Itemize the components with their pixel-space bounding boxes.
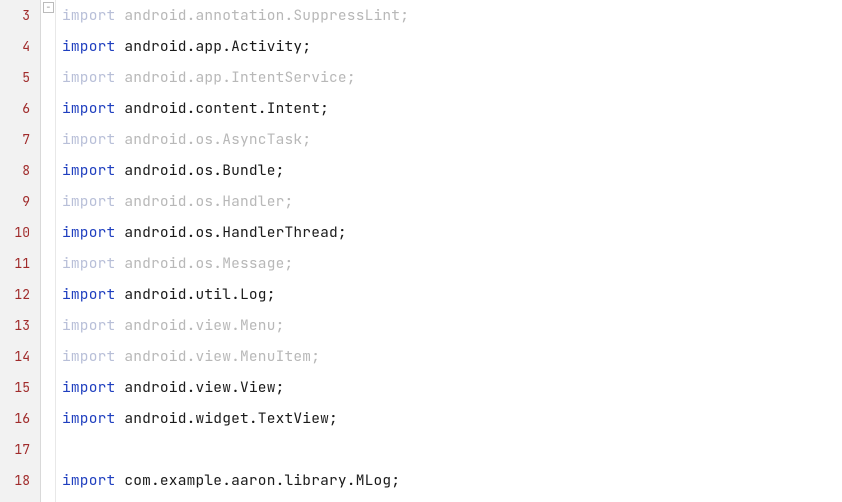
semicolon: ; <box>311 347 320 366</box>
package-path: android.os.Bundle <box>124 161 275 180</box>
code-line[interactable]: import android.os.Message; <box>56 248 842 279</box>
package-path: android.view.View <box>124 378 275 397</box>
keyword: import <box>62 68 115 87</box>
semicolon: ; <box>267 285 276 304</box>
code-line[interactable]: import android.util.Log; <box>56 279 842 310</box>
keyword: import <box>62 192 115 211</box>
package-path: android.app.Activity <box>124 37 302 56</box>
code-line[interactable]: import android.os.AsyncTask; <box>56 124 842 155</box>
line-number: 18 <box>0 465 40 496</box>
line-number: 15 <box>0 372 40 403</box>
semicolon: ; <box>285 192 294 211</box>
keyword: import <box>62 37 115 56</box>
package-path: android.os.HandlerThread <box>124 223 338 242</box>
keyword: import <box>62 347 115 366</box>
line-number: 5 <box>0 62 40 93</box>
line-number: 9 <box>0 186 40 217</box>
code-line[interactable]: import android.view.MenuItem; <box>56 341 842 372</box>
fold-toggle-icon[interactable]: − <box>43 2 54 13</box>
line-number: 4 <box>0 31 40 62</box>
line-number: 17 <box>0 434 40 465</box>
code-line[interactable]: import android.os.Bundle; <box>56 155 842 186</box>
package-path: android.annotation.SuppressLint <box>124 6 400 25</box>
package-path: android.view.MenuItem <box>124 347 311 366</box>
semicolon: ; <box>302 130 311 149</box>
code-editor: 345678910111213141516171819 − import and… <box>0 0 842 502</box>
semicolon: ; <box>276 316 285 335</box>
package-path: com.example.aaron.library.MLog <box>124 471 391 490</box>
keyword: import <box>62 254 115 273</box>
keyword: import <box>62 223 115 242</box>
line-number: 13 <box>0 310 40 341</box>
semicolon: ; <box>338 223 347 242</box>
code-line[interactable]: import android.view.View; <box>56 372 842 403</box>
line-number: 6 <box>0 93 40 124</box>
package-path: android.os.AsyncTask <box>124 130 302 149</box>
keyword: import <box>62 130 115 149</box>
package-path: android.content.Intent <box>124 99 320 118</box>
code-line[interactable]: import android.os.HandlerThread; <box>56 217 842 248</box>
keyword: import <box>62 99 115 118</box>
package-path: android.os.Message <box>124 254 284 273</box>
line-number: 8 <box>0 155 40 186</box>
line-number: 7 <box>0 124 40 155</box>
line-number: 12 <box>0 279 40 310</box>
fold-column: − <box>41 0 56 502</box>
code-line[interactable]: import android.os.Handler; <box>56 186 842 217</box>
code-area[interactable]: import android.annotation.SuppressLint;i… <box>56 0 842 502</box>
semicolon: ; <box>329 409 338 428</box>
keyword: import <box>62 6 115 25</box>
line-number: 16 <box>0 403 40 434</box>
semicolon: ; <box>302 37 311 56</box>
code-line[interactable]: import android.annotation.SuppressLint; <box>56 0 842 31</box>
code-line[interactable] <box>56 434 842 465</box>
line-number: 3 <box>0 0 40 31</box>
semicolon: ; <box>347 68 356 87</box>
semicolon: ; <box>400 6 409 25</box>
code-line[interactable]: import android.app.IntentService; <box>56 62 842 93</box>
keyword: import <box>62 285 115 304</box>
code-line[interactable]: import android.app.Activity; <box>56 31 842 62</box>
semicolon: ; <box>276 378 285 397</box>
keyword: import <box>62 471 115 490</box>
line-number: 19 <box>0 496 40 502</box>
line-number: 11 <box>0 248 40 279</box>
package-path: android.widget.TextView <box>124 409 329 428</box>
code-line[interactable] <box>56 496 842 502</box>
semicolon: ; <box>391 471 400 490</box>
semicolon: ; <box>276 161 285 180</box>
keyword: import <box>62 316 115 335</box>
keyword: import <box>62 378 115 397</box>
code-line[interactable]: import com.example.aaron.library.MLog; <box>56 465 842 496</box>
semicolon: ; <box>320 99 329 118</box>
keyword: import <box>62 409 115 428</box>
semicolon: ; <box>285 254 294 273</box>
line-number: 10 <box>0 217 40 248</box>
code-line[interactable]: import android.content.Intent; <box>56 93 842 124</box>
package-path: android.view.Menu <box>124 316 275 335</box>
gutter: 345678910111213141516171819 <box>0 0 41 502</box>
package-path: android.util.Log <box>124 285 266 304</box>
code-line[interactable]: import android.view.Menu; <box>56 310 842 341</box>
package-path: android.app.IntentService <box>124 68 347 87</box>
keyword: import <box>62 161 115 180</box>
package-path: android.os.Handler <box>124 192 284 211</box>
line-number: 14 <box>0 341 40 372</box>
code-line[interactable]: import android.widget.TextView; <box>56 403 842 434</box>
